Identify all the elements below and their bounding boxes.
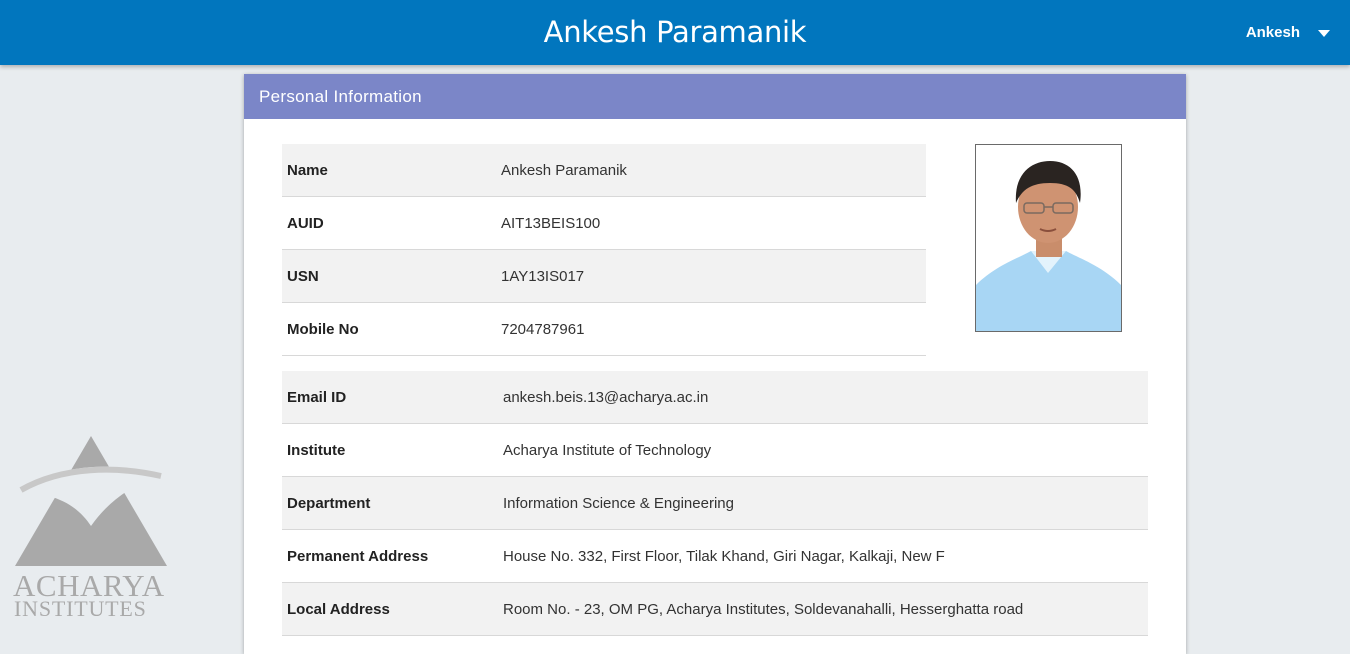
profile-photo	[975, 144, 1122, 332]
acharya-logo: ACHARYA INSTITUTES	[13, 434, 169, 624]
row-value: 7204787961	[501, 320, 585, 338]
basic-info-table: Name Ankesh Paramanik AUID AIT13BEIS100 …	[282, 144, 926, 356]
row-label: Mobile No	[287, 320, 359, 338]
chevron-down-icon[interactable]	[1318, 30, 1330, 37]
info-row-institute: Institute Acharya Institute of Technolog…	[282, 424, 1148, 477]
info-row-usn: USN 1AY13IS017	[282, 250, 926, 303]
info-row-name: Name Ankesh Paramanik	[282, 144, 926, 197]
page-title: Ankesh Paramanik	[543, 15, 807, 49]
row-value: 1AY13IS017	[501, 267, 585, 285]
info-row-permanent-address: Permanent Address House No. 332, First F…	[282, 530, 1148, 583]
top-navbar: Ankesh Paramanik Ankesh	[0, 0, 1350, 65]
row-label: Institute	[287, 441, 346, 459]
contact-info-table: Email ID ankesh.beis.13@acharya.ac.in In…	[282, 371, 1148, 636]
row-label: USN	[287, 267, 319, 285]
logo-emblem-icon	[13, 436, 167, 566]
info-row-department: Department Information Science & Enginee…	[282, 477, 1148, 530]
row-value: House No. 332, First Floor, Tilak Khand,…	[503, 547, 945, 565]
info-row-auid: AUID AIT13BEIS100	[282, 197, 926, 250]
row-value: AIT13BEIS100	[501, 214, 601, 232]
row-label: Email ID	[287, 388, 347, 406]
row-value: Information Science & Engineering	[503, 494, 734, 512]
user-name[interactable]: Ankesh	[1246, 24, 1300, 41]
personal-info-card: Personal Information Name Ankesh Paraman…	[244, 74, 1186, 654]
row-label: Department	[287, 494, 371, 512]
info-row-email: Email ID ankesh.beis.13@acharya.ac.in	[282, 371, 1148, 424]
logo-text-line2: INSTITUTES	[14, 596, 147, 621]
row-label: Permanent Address	[287, 547, 429, 565]
row-label: AUID	[287, 214, 324, 232]
user-menu-dropdown[interactable]: Ankesh	[1246, 0, 1330, 65]
row-value: ankesh.beis.13@acharya.ac.in	[503, 388, 709, 406]
card-header: Personal Information	[244, 74, 1186, 119]
info-row-mobile: Mobile No 7204787961	[282, 303, 926, 356]
person-photo-icon	[976, 145, 1121, 331]
row-label: Local Address	[287, 600, 390, 618]
row-value: Ankesh Paramanik	[501, 161, 627, 179]
info-row-local-address: Local Address Room No. - 23, OM PG, Acha…	[282, 583, 1148, 636]
row-value: Room No. - 23, OM PG, Acharya Institutes…	[503, 600, 1024, 618]
row-label: Name	[287, 161, 328, 179]
row-value: Acharya Institute of Technology	[503, 441, 712, 459]
